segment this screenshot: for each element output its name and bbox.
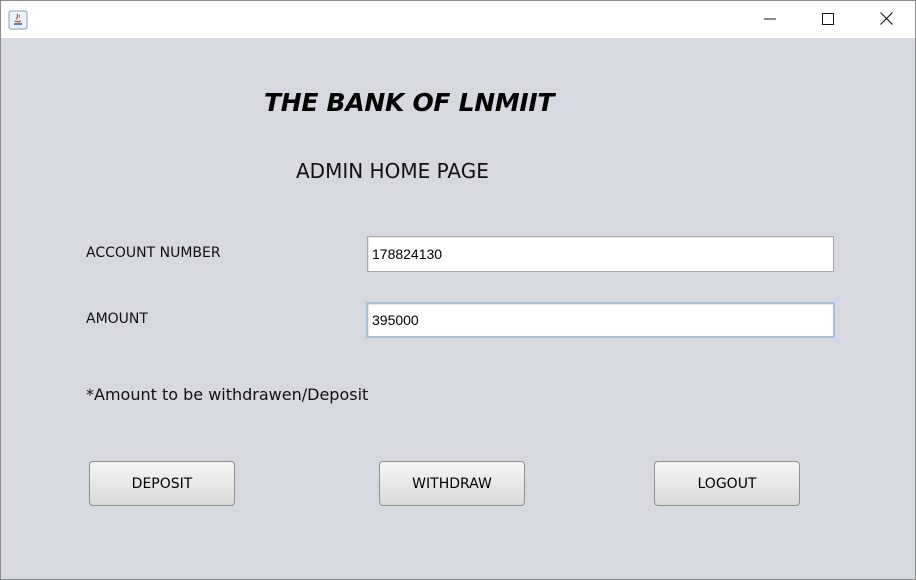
page-title: ADMIN HOME PAGE (296, 159, 489, 183)
close-icon (879, 10, 893, 29)
title-bar (1, 0, 915, 38)
bank-title: THE BANK OF LNMIIT (264, 88, 555, 117)
app-window: THE BANK OF LNMIIT ADMIN HOME PAGE ACCOU… (0, 0, 916, 580)
maximize-button[interactable] (805, 1, 851, 38)
deposit-button[interactable]: DEPOSIT (89, 461, 235, 506)
account-number-input[interactable] (367, 236, 834, 272)
close-button[interactable] (863, 1, 909, 38)
minimize-button[interactable] (747, 1, 793, 38)
minimize-icon (764, 10, 776, 29)
java-app-icon[interactable] (8, 10, 28, 30)
amount-label: AMOUNT (86, 311, 148, 327)
maximize-icon (822, 10, 834, 29)
amount-note: *Amount to be withdrawen/Deposit (86, 385, 369, 404)
amount-input[interactable] (366, 302, 835, 338)
account-number-label: ACCOUNT NUMBER (86, 245, 221, 261)
withdraw-button[interactable]: WITHDRAW (379, 461, 525, 506)
logout-button[interactable]: LOGOUT (654, 461, 800, 506)
